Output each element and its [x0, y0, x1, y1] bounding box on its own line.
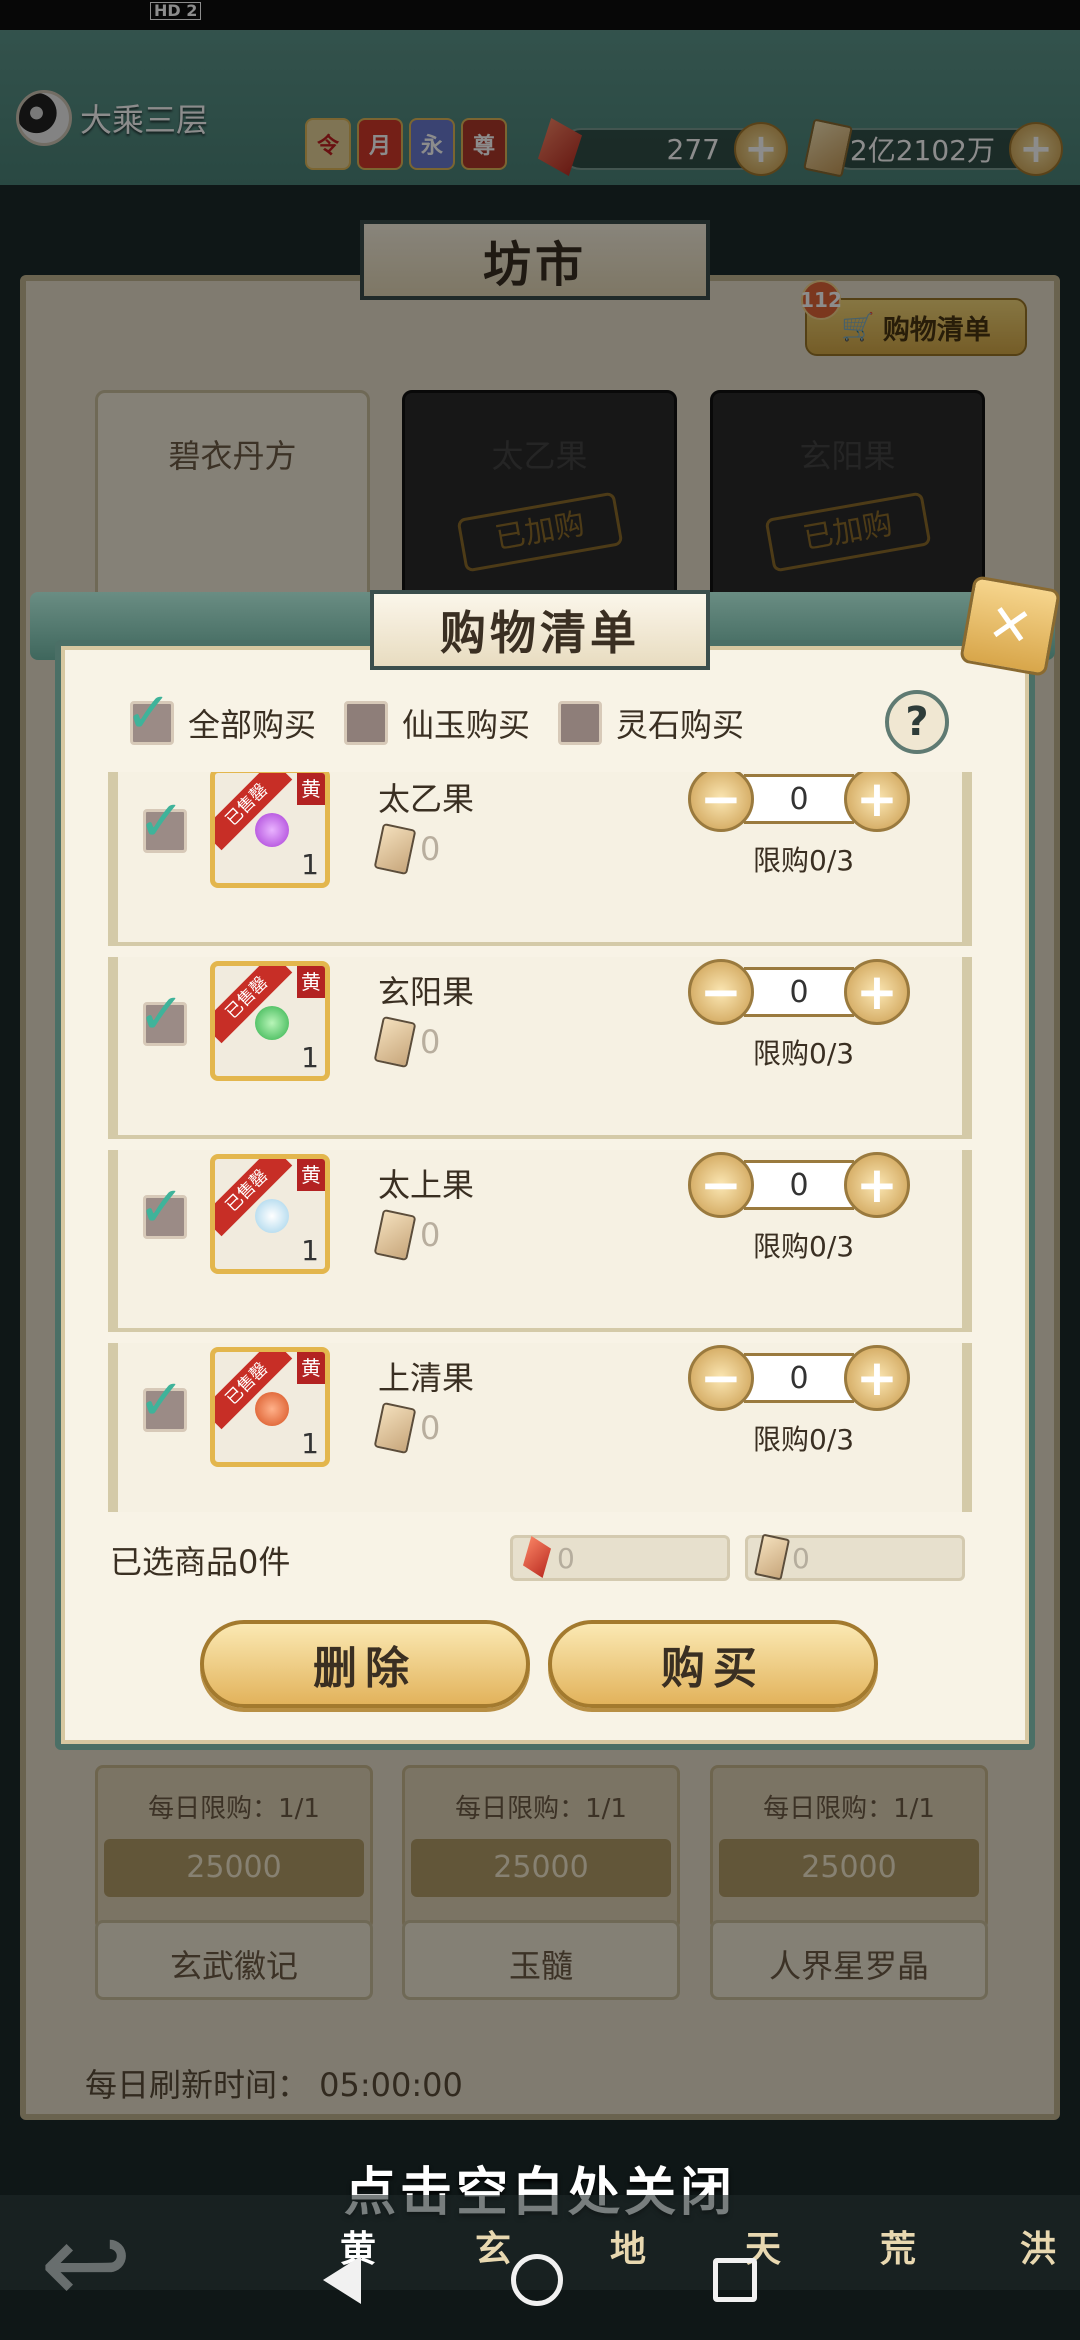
checkbox[interactable]: ✓: [125, 686, 174, 745]
checkbox[interactable]: [558, 701, 603, 745]
quantity-value[interactable]: 0: [744, 1160, 854, 1210]
item-price-value: 0: [420, 1023, 441, 1061]
buy-button[interactable]: 购买: [548, 1620, 878, 1708]
total-jade: 0: [510, 1535, 730, 1581]
item-thumbnail[interactable]: 已售罄 黄 1: [210, 1154, 330, 1274]
list-item: ✓ 已售罄 黄 1 上清果 0 − 0 + 限购0/3: [108, 1343, 972, 1512]
item-price: 0: [373, 1401, 441, 1455]
checkmark-icon: ✓: [138, 982, 185, 1047]
system-nav-bar: [0, 2220, 1080, 2340]
spirit-stone-icon: [373, 1401, 417, 1455]
selected-count: 已选商品0件: [110, 1543, 291, 1581]
quantity-stepper: − 0 +: [688, 772, 910, 832]
spirit-stone-icon: [373, 822, 417, 876]
item-qty: 1: [301, 1427, 319, 1460]
jade-gem-icon: [523, 1536, 551, 1578]
fruit-icon: [255, 1392, 289, 1426]
delete-button[interactable]: 删除: [200, 1620, 530, 1708]
close-icon: ✕: [983, 592, 1037, 660]
filter-label: 灵石购买: [616, 706, 745, 744]
grade-tag: 黄: [297, 1159, 325, 1191]
purchase-limit: 限购0/3: [753, 844, 855, 877]
decrease-button[interactable]: −: [688, 959, 754, 1025]
item-thumbnail[interactable]: 已售罄 黄 1: [210, 961, 330, 1081]
help-button[interactable]: ?: [885, 690, 949, 754]
filter-buy-stone[interactable]: 灵石购买: [558, 700, 744, 746]
list-item: ✓ 已售罄 黄 1 太乙果 0 − 0 + 限购0/3: [108, 772, 972, 946]
decrease-button[interactable]: −: [688, 1345, 754, 1411]
nav-recents-icon[interactable]: [713, 2258, 757, 2302]
total-stone-value: 0: [792, 1541, 810, 1575]
quantity-stepper: − 0 +: [688, 1152, 910, 1218]
filter-label: 全部购买: [188, 706, 317, 744]
increase-button[interactable]: +: [844, 1152, 910, 1218]
filter-label: 仙玉购买: [402, 706, 531, 744]
item-name: 上清果: [378, 1359, 475, 1397]
fruit-icon: [255, 1199, 289, 1233]
increase-button[interactable]: +: [844, 772, 910, 832]
item-price-value: 0: [420, 1216, 441, 1254]
dialog-title: 购物清单: [370, 590, 710, 670]
checkmark-icon: ✓: [138, 1368, 185, 1433]
item-checkbox[interactable]: ✓: [138, 1180, 187, 1239]
quantity-value[interactable]: 0: [744, 1353, 854, 1403]
checkmark-icon: ✓: [125, 681, 172, 746]
item-checkbox[interactable]: ✓: [138, 794, 187, 853]
quantity-value[interactable]: 0: [744, 774, 854, 824]
item-qty: 1: [301, 848, 319, 881]
filter-buy-jade[interactable]: 仙玉购买: [344, 700, 530, 746]
item-name: 太上果: [378, 1166, 475, 1204]
checkmark-icon: ✓: [138, 789, 185, 854]
item-thumbnail[interactable]: 已售罄 黄 1: [210, 772, 330, 888]
grade-tag: 黄: [297, 966, 325, 998]
item-price-value: 0: [420, 1409, 441, 1447]
item-price: 0: [373, 1208, 441, 1262]
item-name: 太乙果: [378, 780, 475, 818]
filter-buy-all[interactable]: ✓ 全部购买: [125, 686, 317, 746]
purchase-limit: 限购0/3: [753, 1230, 855, 1263]
decrease-button[interactable]: −: [688, 1152, 754, 1218]
list-item: ✓ 已售罄 黄 1 玄阳果 0 − 0 + 限购0/3: [108, 957, 972, 1139]
total-stone: 0: [745, 1533, 965, 1581]
fruit-icon: [255, 813, 289, 847]
spirit-stone-icon: [373, 1208, 417, 1262]
item-price: 0: [373, 822, 441, 876]
item-price: 0: [373, 1015, 441, 1069]
purchase-limit: 限购0/3: [753, 1423, 855, 1456]
purchase-limit: 限购0/3: [753, 1037, 855, 1070]
item-qty: 1: [301, 1234, 319, 1267]
grade-tag: 黄: [297, 1352, 325, 1384]
item-checkbox[interactable]: ✓: [138, 987, 187, 1046]
increase-button[interactable]: +: [844, 959, 910, 1025]
increase-button[interactable]: +: [844, 1345, 910, 1411]
purchase-filters: ✓ 全部购买 仙玉购买 灵石购买: [125, 686, 744, 746]
spirit-stone-icon: [373, 1015, 417, 1069]
quantity-stepper: − 0 +: [688, 1345, 910, 1411]
quantity-stepper: − 0 +: [688, 959, 910, 1025]
fruit-icon: [255, 1006, 289, 1040]
grade-tag: 黄: [297, 773, 325, 805]
item-thumbnail[interactable]: 已售罄 黄 1: [210, 1347, 330, 1467]
quantity-value[interactable]: 0: [744, 967, 854, 1017]
total-jade-value: 0: [557, 1541, 575, 1575]
nav-back-icon[interactable]: [323, 2256, 361, 2304]
item-price-value: 0: [420, 830, 441, 868]
spirit-stone-icon: [753, 1533, 791, 1581]
close-dialog-button[interactable]: ✕: [959, 575, 1061, 677]
checkbox[interactable]: [344, 701, 389, 745]
item-qty: 1: [301, 1041, 319, 1074]
checkmark-icon: ✓: [138, 1175, 185, 1240]
nav-home-icon[interactable]: [511, 2254, 563, 2306]
shopping-list[interactable]: ✓ 已售罄 黄 1 太乙果 0 − 0 + 限购0/3 ✓ 已售罄 黄 1 玄阳…: [108, 772, 972, 1512]
item-name: 玄阳果: [378, 973, 475, 1011]
item-checkbox[interactable]: ✓: [138, 1373, 187, 1432]
list-item: ✓ 已售罄 黄 1 太上果 0 − 0 + 限购0/3: [108, 1150, 972, 1332]
